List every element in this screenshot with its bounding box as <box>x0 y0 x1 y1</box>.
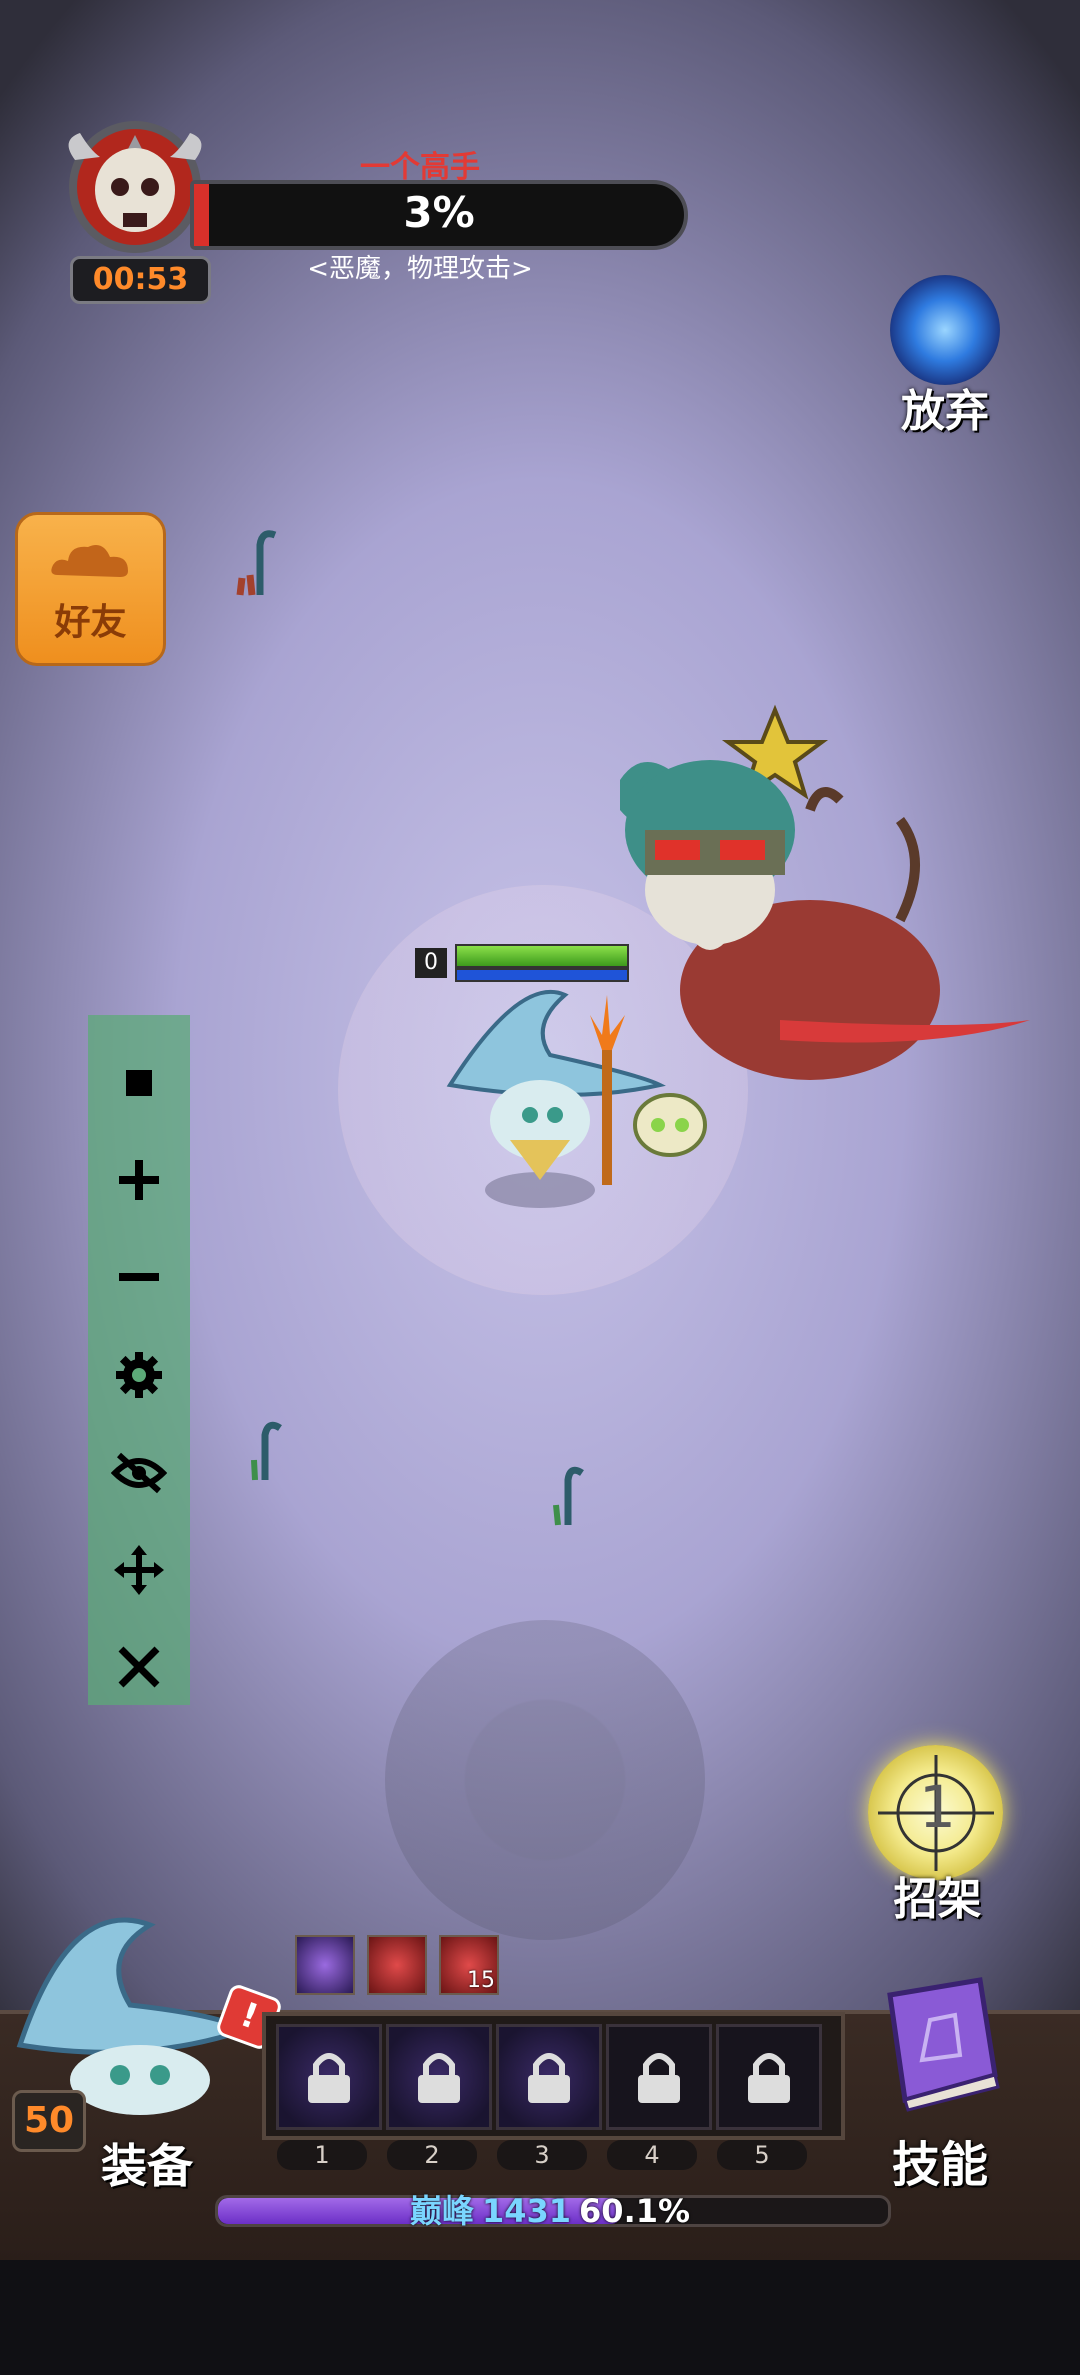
experience-percent: 60.1% <box>579 2192 691 2230</box>
wizard-hero-character <box>446 989 707 1208</box>
boss-health-bar: 3% <box>190 180 688 250</box>
hero-health-fill <box>457 946 627 966</box>
minus-icon <box>119 1273 159 1281</box>
settings-button[interactable] <box>88 1335 190 1415</box>
close-icon <box>118 1646 160 1688</box>
cloud-icon <box>51 544 129 577</box>
wizard-hat-icon[interactable] <box>0 1905 250 2115</box>
gear-icon <box>116 1352 162 1398</box>
spellbook-icon[interactable] <box>860 1975 1005 2115</box>
skill-slot-number: 4 <box>607 2140 697 2170</box>
lock-icon <box>638 2053 680 2103</box>
zoom-out-button[interactable] <box>88 1237 190 1317</box>
parry-label: 招架 <box>893 1874 982 1925</box>
red-sword-icon[interactable]: 15 <box>439 1935 499 1995</box>
friends-button[interactable]: 好友 <box>15 512 166 666</box>
skill-slot-number: 5 <box>717 2140 807 2170</box>
skill-slot-5[interactable] <box>716 2024 822 2130</box>
give-up-label: 放弃 <box>901 386 989 437</box>
red-crown-icon[interactable] <box>367 1935 427 1995</box>
buff-stack-count: 15 <box>467 1968 495 1993</box>
close-button[interactable] <box>88 1627 190 1707</box>
equipment-button[interactable]: 装备 <box>92 2130 202 2196</box>
plant-icon <box>236 530 277 596</box>
boss-health-percent: 3% <box>403 188 475 237</box>
lock-icon <box>528 2053 570 2103</box>
virtual-joystick[interactable] <box>385 1620 705 1940</box>
eye-off-icon <box>111 1452 167 1494</box>
portal-orb-icon <box>890 275 1000 385</box>
lock-icon <box>418 2053 460 2103</box>
hero-status-bar: 0 <box>415 940 630 982</box>
skills-button[interactable]: 技能 <box>880 2125 1000 2195</box>
skill-slot-number: 3 <box>497 2140 587 2170</box>
parry-count: 1 <box>919 1773 956 1841</box>
hero-level-indicator: 0 <box>415 948 447 978</box>
friends-label: 好友 <box>54 602 127 643</box>
plant-icon <box>251 1421 282 1481</box>
player-level: 50 <box>12 2090 86 2152</box>
skill-slot-number: 1 <box>277 2140 367 2170</box>
lock-icon <box>308 2053 350 2103</box>
move-icon <box>114 1545 164 1595</box>
parry-button[interactable]: 1 招架 <box>865 1745 1010 1925</box>
purple-crystal-icon[interactable] <box>295 1935 355 1995</box>
boss-traits: <恶魔，物理攻击> <box>307 254 533 284</box>
move-button[interactable] <box>88 1530 190 1610</box>
experience-level: 1431 <box>481 2192 572 2230</box>
give-up-button[interactable]: 放弃 <box>880 275 1010 437</box>
skill-slot-number: 2 <box>387 2140 477 2170</box>
skill-slot-3[interactable] <box>496 2024 602 2130</box>
bottom-decoration <box>0 2260 1080 2375</box>
hide-button[interactable] <box>88 1433 190 1513</box>
floating-toolbar <box>88 1015 190 1705</box>
plant-icon <box>553 1466 584 1526</box>
lock-icon <box>748 2053 790 2103</box>
stop-icon <box>126 1070 152 1096</box>
experience-text: 巅峰 1431 60.1% <box>400 2186 700 2232</box>
hero-mana-bar <box>455 968 629 982</box>
skill-slot-2[interactable] <box>386 2024 492 2130</box>
hero-health-bar <box>455 944 629 968</box>
stop-button[interactable] <box>88 1043 190 1123</box>
skill-slot-bar <box>262 2012 845 2140</box>
plus-icon <box>119 1160 159 1200</box>
boss-timer: 00:53 <box>70 256 211 304</box>
skill-slot-1[interactable] <box>276 2024 382 2130</box>
zoom-in-button[interactable] <box>88 1140 190 1220</box>
experience-title: 巅峰 <box>409 2192 474 2230</box>
skill-slot-4[interactable] <box>606 2024 712 2130</box>
